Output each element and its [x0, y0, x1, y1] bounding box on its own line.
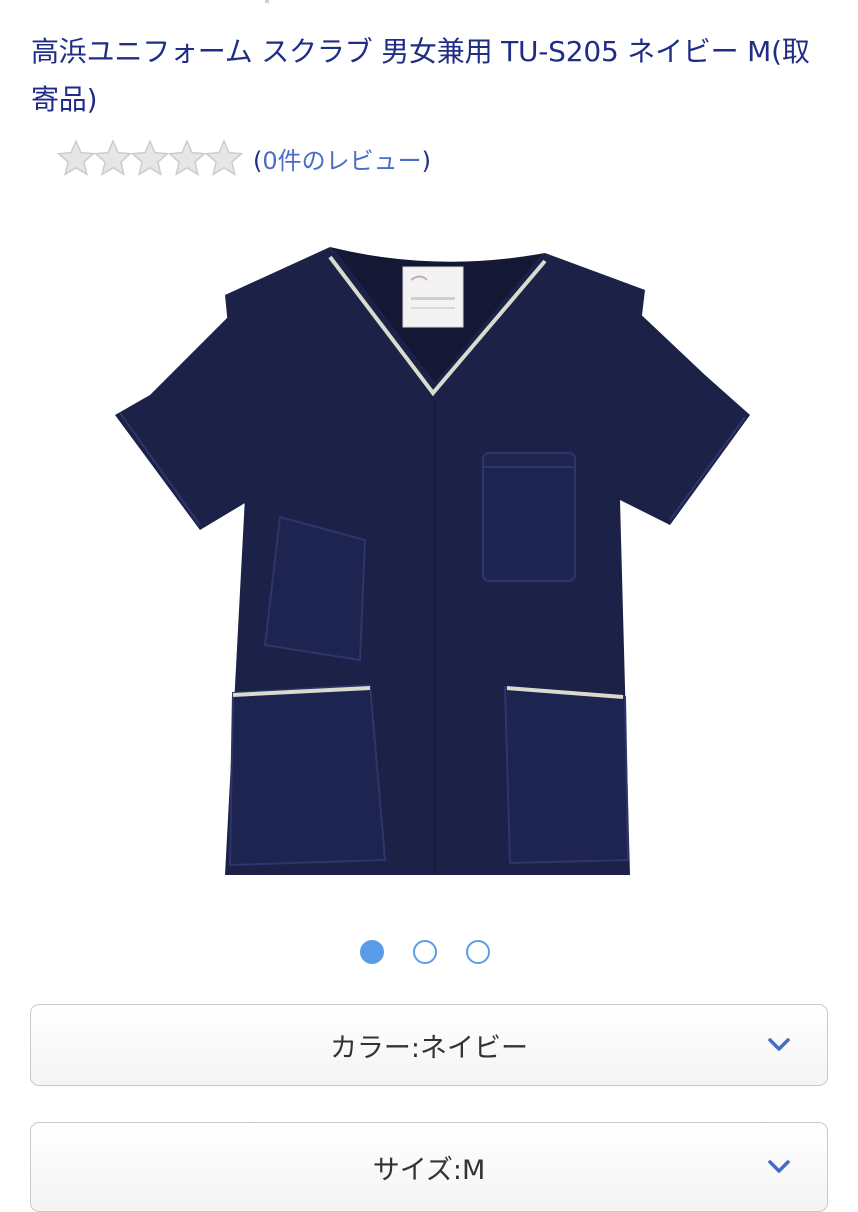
review-link[interactable]: 0件のレビュー	[262, 147, 421, 175]
size-select[interactable]: サイズ:M	[30, 1122, 828, 1212]
star-icon	[56, 139, 96, 176]
navy-scrub-top-image[interactable]	[105, 235, 765, 885]
carousel-dot-3[interactable]	[466, 940, 490, 964]
chevron-down-icon	[768, 1038, 790, 1051]
star-icon	[204, 139, 244, 176]
carousel-dot-1[interactable]	[360, 940, 384, 964]
product-title: 高浜ユニフォーム スクラブ 男女兼用 TU-S205 ネイビー M(取寄品)	[31, 35, 810, 116]
review-count: (0件のレビュー)	[253, 141, 431, 176]
color-select-label: カラー:ネイビー	[329, 1032, 529, 1064]
review-open-paren: (	[253, 146, 263, 175]
rating-row: (0件のレビュー)	[56, 136, 431, 180]
star-icon	[93, 139, 133, 176]
carousel-dot-2[interactable]	[413, 940, 437, 964]
star-rating	[56, 138, 244, 178]
star-icon	[167, 139, 207, 176]
size-select-label: サイズ:M	[372, 1154, 486, 1186]
star-icon	[130, 139, 170, 176]
top-divider	[265, 0, 269, 3]
chevron-down-icon	[768, 1160, 790, 1173]
color-select[interactable]: カラー:ネイビー	[30, 1004, 828, 1086]
review-close-paren: )	[421, 146, 432, 175]
carousel-dots	[360, 940, 490, 964]
